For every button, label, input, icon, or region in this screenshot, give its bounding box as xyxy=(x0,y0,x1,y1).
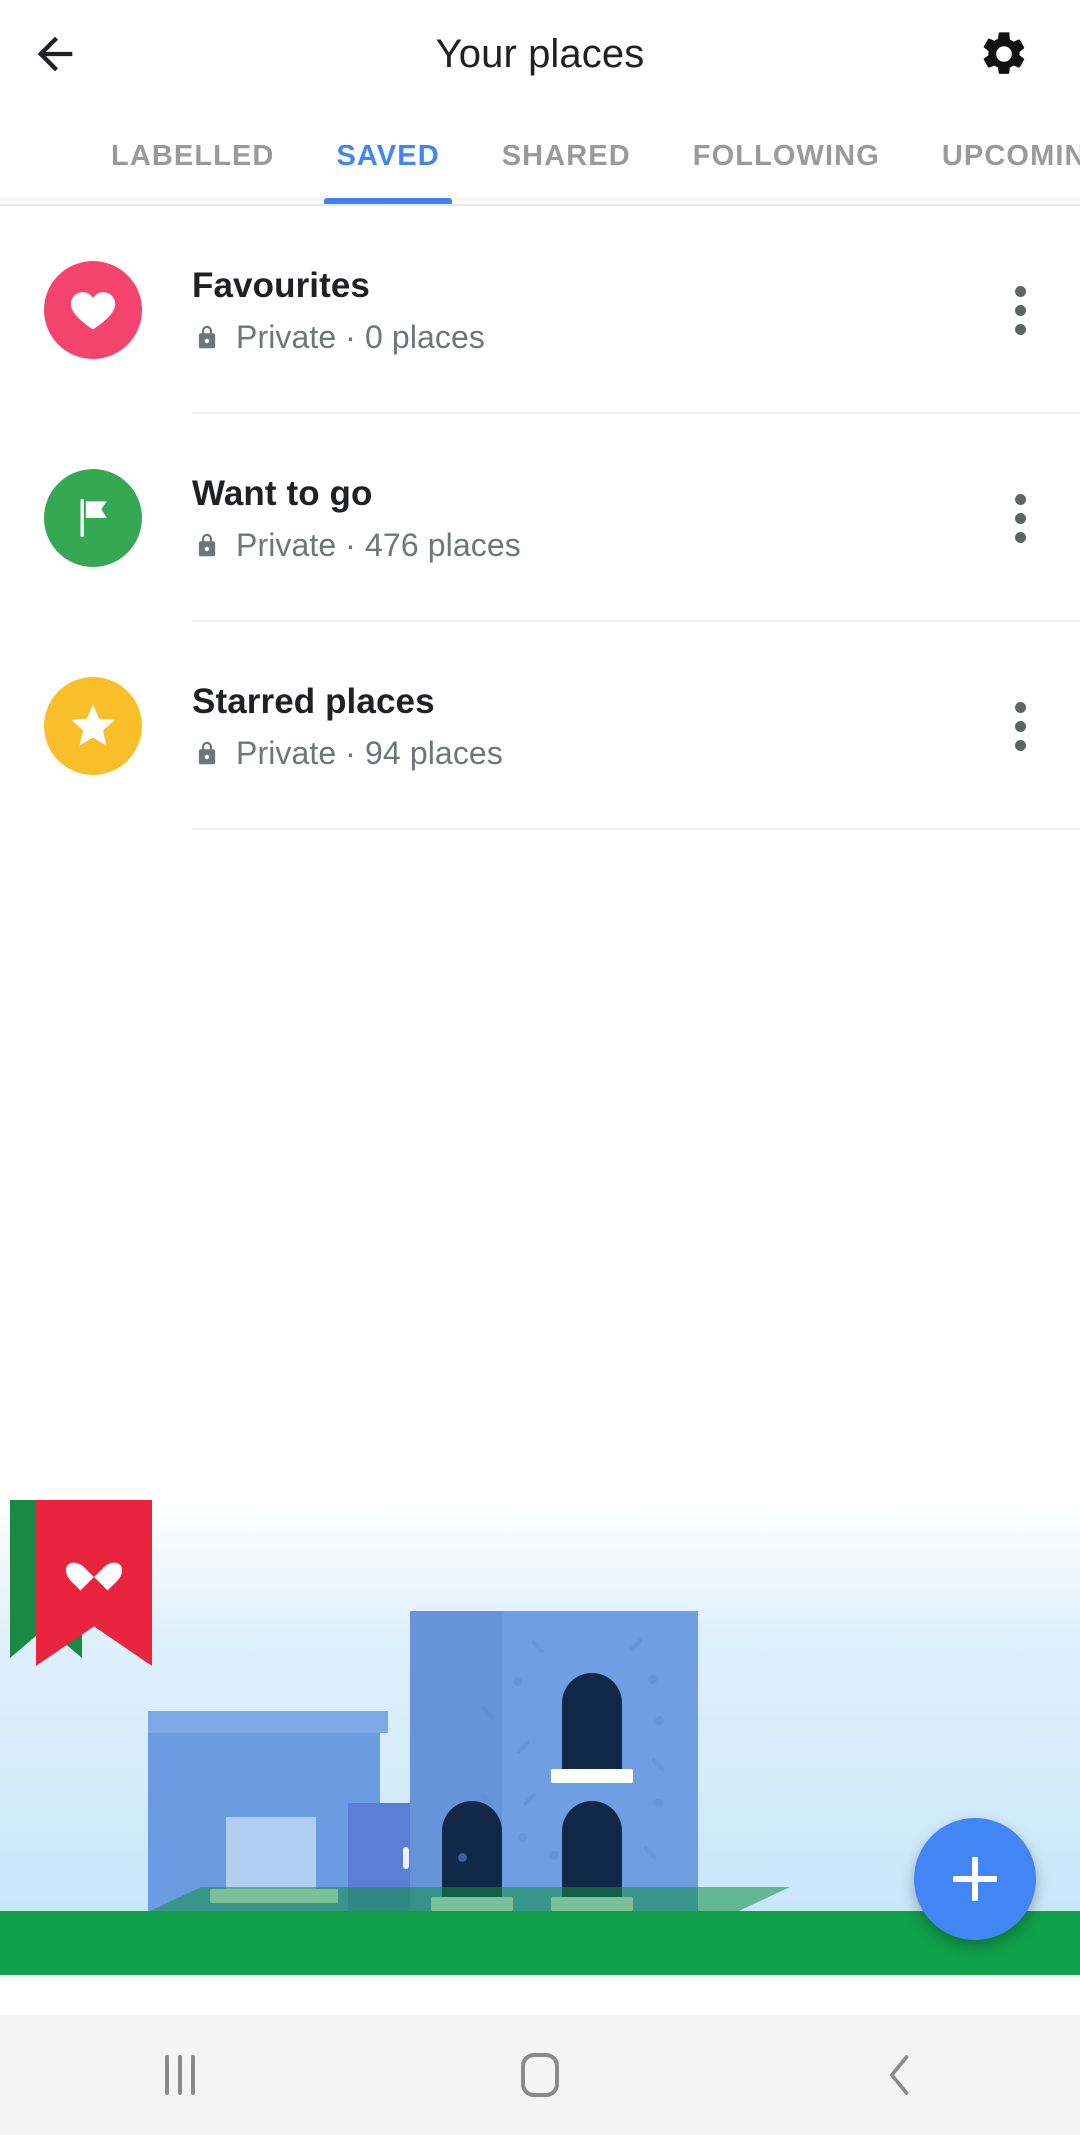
lock-icon xyxy=(192,738,222,768)
list-subtitle-row: Private · 94 places xyxy=(192,735,960,772)
texture-speck xyxy=(655,1716,664,1725)
tab-upcoming[interactable]: UPCOMING xyxy=(911,108,1080,204)
app-screen: Your places LABELLED SAVED SHARED FOLLOW… xyxy=(0,0,1080,2135)
tab-label: SAVED xyxy=(336,139,440,172)
more-vertical-icon xyxy=(1014,285,1026,335)
small-building-graphic xyxy=(148,1711,418,1911)
nav-home-button[interactable] xyxy=(360,2015,720,2135)
list-title: Starred places xyxy=(192,681,435,721)
nav-back-button[interactable] xyxy=(720,2015,1080,2135)
texture-speck xyxy=(550,1851,559,1860)
tab-following[interactable]: FOLLOWING xyxy=(662,108,911,204)
favourites-texts: Favourites Private · 0 places xyxy=(192,265,960,356)
tab-list[interactable]: LABELLED SAVED SHARED FOLLOWING UPCOMING xyxy=(0,108,1080,204)
saved-lists: Favourites Private · 0 places Want to go… xyxy=(0,206,1080,830)
texture-speck xyxy=(522,1791,538,1807)
back-chevron-icon xyxy=(889,2055,909,2095)
heart-icon xyxy=(70,292,116,330)
want-to-go-icon-badge xyxy=(44,469,142,567)
small-building-window xyxy=(226,1817,316,1891)
grass-strip xyxy=(0,1911,1080,1975)
arrow-left-icon xyxy=(37,36,73,72)
want-to-go-more-button[interactable] xyxy=(960,414,1080,622)
tab-label: UPCOMING xyxy=(941,139,1080,172)
lock-icon xyxy=(192,322,222,352)
small-building-door-handle xyxy=(403,1847,409,1869)
large-building-graphic xyxy=(410,1611,698,1911)
tab-label: FOLLOWING xyxy=(692,139,880,172)
texture-speck xyxy=(628,1637,644,1653)
large-building-window xyxy=(562,1801,622,1899)
lock-icon xyxy=(192,530,222,560)
tab-shared[interactable]: SHARED xyxy=(471,108,662,204)
list-item-favourites[interactable]: Favourites Private · 0 places xyxy=(0,206,1080,414)
large-building-window xyxy=(442,1801,502,1899)
tab-saved[interactable]: SAVED xyxy=(305,108,470,204)
plus-icon-vertical xyxy=(972,1857,978,1901)
banner-heart-icon xyxy=(75,1550,113,1584)
saved-places-illustration xyxy=(0,1500,1080,1975)
list-subtitle: Private · 0 places xyxy=(236,318,486,355)
nav-recents-button[interactable] xyxy=(0,2015,360,2135)
add-list-fab[interactable] xyxy=(914,1818,1036,1940)
texture-speck xyxy=(515,1739,531,1755)
texture-speck xyxy=(458,1853,467,1862)
texture-speck xyxy=(518,1833,527,1842)
list-divider xyxy=(192,828,1080,830)
large-building-window xyxy=(562,1673,622,1771)
red-banner-graphic xyxy=(36,1500,152,1666)
want-to-go-texts: Want to go Private · 476 places xyxy=(192,473,960,564)
small-building-awning xyxy=(148,1711,388,1733)
favourites-more-button[interactable] xyxy=(960,206,1080,414)
home-icon xyxy=(521,2053,559,2097)
gear-icon xyxy=(983,32,1025,74)
ground-shadow xyxy=(150,1887,790,1911)
app-bar: Your places xyxy=(0,0,1080,108)
system-navigation-bar xyxy=(0,2015,1080,2135)
starred-places-texts: Starred places Private · 94 places xyxy=(192,681,960,772)
flag-icon xyxy=(80,499,107,537)
list-item-want-to-go[interactable]: Want to go Private · 476 places xyxy=(0,414,1080,622)
list-item-starred-places[interactable]: Starred places Private · 94 places xyxy=(0,622,1080,830)
recents-icon xyxy=(165,2055,195,2095)
texture-speck xyxy=(648,1675,657,1684)
list-subtitle: Private · 476 places xyxy=(236,526,521,563)
more-vertical-icon xyxy=(1014,493,1026,543)
list-title: Favourites xyxy=(192,265,370,305)
texture-speck xyxy=(513,1677,522,1686)
star-icon xyxy=(71,704,115,746)
more-vertical-icon xyxy=(1014,701,1026,751)
texture-speck xyxy=(642,1845,658,1861)
settings-button[interactable] xyxy=(950,0,1058,108)
starred-places-more-button[interactable] xyxy=(960,622,1080,830)
starred-places-icon-badge xyxy=(44,677,142,775)
list-subtitle: Private · 94 places xyxy=(236,734,503,771)
large-building-window-sill xyxy=(551,1769,633,1783)
tab-label: SHARED xyxy=(501,139,631,172)
list-subtitle-row: Private · 0 places xyxy=(192,319,960,356)
back-button[interactable] xyxy=(0,0,110,108)
tab-label: LABELLED xyxy=(111,139,275,172)
tab-labelled[interactable]: LABELLED xyxy=(80,108,305,204)
tab-bar: LABELLED SAVED SHARED FOLLOWING UPCOMING xyxy=(0,108,1080,206)
texture-speck xyxy=(650,1757,666,1773)
list-subtitle-row: Private · 476 places xyxy=(192,527,960,564)
texture-speck xyxy=(654,1799,663,1808)
list-title: Want to go xyxy=(192,473,373,513)
texture-speck xyxy=(530,1639,546,1655)
favourites-icon-badge xyxy=(44,261,142,359)
page-title: Your places xyxy=(435,31,645,76)
